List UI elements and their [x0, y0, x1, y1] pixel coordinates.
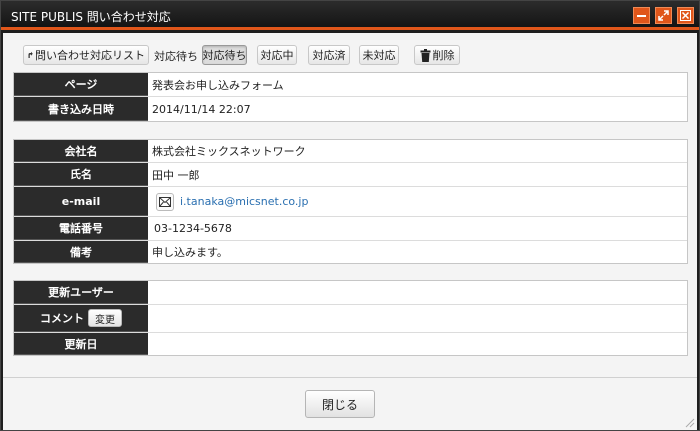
update-user-header: 更新ユーザー	[14, 281, 148, 304]
note-header: 備考	[14, 241, 148, 263]
table-row: 更新日	[14, 333, 687, 355]
close-button[interactable]: 閉じる	[305, 390, 375, 418]
page-info-panel: ページ 発表会お申し込みフォーム 書き込み日時 2014/11/14 22:07	[13, 72, 688, 122]
delete-button[interactable]: 削除	[414, 45, 460, 65]
update-user-value	[148, 281, 687, 304]
status-waiting-button[interactable]: 対応待ち	[202, 45, 247, 65]
trash-icon	[420, 48, 430, 62]
resize-grip-icon[interactable]	[683, 416, 695, 428]
status-in-progress-button[interactable]: 対応中	[257, 45, 297, 65]
table-row: 電話番号 03-1234-5678	[14, 217, 687, 241]
phone-value: 03-1234-5678	[154, 222, 232, 235]
table-row: 備考 申し込みます。	[14, 241, 687, 263]
status-label: 対応待ち	[154, 50, 198, 63]
close-window-button[interactable]	[677, 7, 694, 24]
status-done-button[interactable]: 対応済	[308, 45, 350, 65]
mail-icon[interactable]	[156, 192, 174, 211]
contact-panel: 会社名 株式会社ミックスネットワーク 氏名 田中 一郎 e-mail i.tan…	[13, 139, 688, 264]
table-row: 書き込み日時 2014/11/14 22:07	[14, 97, 687, 121]
page-header: ページ	[14, 73, 148, 96]
comment-header: コメント	[40, 312, 84, 325]
close-icon	[680, 10, 691, 21]
inquiry-list-button[interactable]: 問い合わせ対応リスト	[23, 45, 149, 65]
date-value: 2014/11/14 22:07	[152, 102, 251, 116]
phone-header: 電話番号	[14, 217, 148, 240]
date-header: 書き込み日時	[14, 97, 148, 121]
table-row: 更新ユーザー	[14, 281, 687, 305]
email-cell: i.tanaka@micsnet.co.jp	[148, 187, 687, 216]
title-bar[interactable]: SITE PUBLIS 問い合わせ対応	[1, 1, 699, 30]
dialog-footer: 閉じる	[3, 377, 697, 430]
updated-date-header: 更新日	[14, 333, 148, 355]
window-title: SITE PUBLIS 問い合わせ対応	[11, 10, 171, 24]
table-row: ページ 発表会お申し込みフォーム	[14, 73, 687, 97]
minimize-button[interactable]	[633, 7, 650, 24]
company-value: 株式会社ミックスネットワーク	[152, 145, 306, 158]
name-value: 田中 一郎	[152, 168, 200, 182]
comment-value	[148, 305, 687, 332]
updated-date-value	[148, 333, 687, 355]
toolbar: 問い合わせ対応リスト 対応待ち 対応待ち 対応中 対応済 未対応 削除	[3, 33, 697, 73]
inquiry-list-label: 問い合わせ対応リスト	[35, 49, 145, 62]
arrow-up-icon	[28, 51, 33, 58]
maximize-icon	[658, 10, 669, 21]
note-value: 申し込みます。	[152, 246, 228, 259]
company-header: 会社名	[14, 140, 148, 162]
status-not-handled-button[interactable]: 未対応	[359, 45, 399, 65]
page-value: 発表会お申し込みフォーム	[152, 78, 284, 92]
table-row: 氏名 田中 一郎	[14, 163, 687, 187]
table-row: 会社名 株式会社ミックスネットワーク	[14, 140, 687, 163]
minimize-icon	[637, 15, 646, 17]
delete-label: 削除	[432, 49, 455, 62]
update-panel: 更新ユーザー コメント 変更 更新日	[13, 280, 688, 356]
email-link[interactable]: i.tanaka@micsnet.co.jp	[180, 195, 308, 208]
email-header: e-mail	[14, 187, 148, 216]
name-header: 氏名	[14, 163, 148, 186]
table-row: e-mail i.tanaka@micsnet.co.jp	[14, 187, 687, 217]
dialog-window: SITE PUBLIS 問い合わせ対応 問い合わせ対応リスト 対応待ち 対応待ち…	[0, 0, 700, 431]
dialog-body: 問い合わせ対応リスト 対応待ち 対応待ち 対応中 対応済 未対応 削除 ページ …	[3, 33, 697, 430]
table-row: コメント 変更	[14, 305, 687, 333]
comment-header-cell: コメント 変更	[14, 305, 148, 332]
maximize-button[interactable]	[655, 7, 672, 24]
comment-change-button[interactable]: 変更	[88, 309, 122, 327]
